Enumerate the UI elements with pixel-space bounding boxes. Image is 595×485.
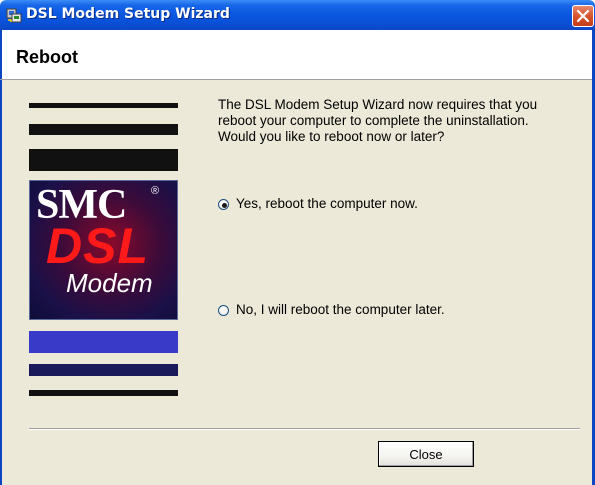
registered-mark: ® xyxy=(151,185,160,197)
reboot-now-label[interactable]: Yes, reboot the computer now. xyxy=(236,196,418,211)
instructions-text: The DSL Modem Setup Wizard now requires … xyxy=(218,97,538,144)
logo-stripe xyxy=(29,149,178,171)
page-title: Reboot xyxy=(16,47,78,67)
wizard-window: DSL Modem Setup Wizard Reboot SMC ® DSL … xyxy=(0,0,595,485)
close-button[interactable]: Close xyxy=(378,441,474,467)
reboot-later-label[interactable]: No, I will reboot the computer later. xyxy=(236,302,445,317)
footer-divider-highlight xyxy=(29,429,580,430)
radio-button[interactable] xyxy=(218,305,229,316)
wizard-header: Reboot xyxy=(0,30,595,80)
logo-stripe xyxy=(29,390,178,396)
window-title: DSL Modem Setup Wizard xyxy=(26,6,230,22)
setup-wizard-icon xyxy=(6,7,22,23)
radio-dot xyxy=(222,203,227,208)
logo-stripe xyxy=(29,331,178,353)
close-window-button[interactable] xyxy=(572,5,594,27)
logo-stripe xyxy=(29,103,178,108)
logo-stripe xyxy=(29,364,178,376)
radio-button-selected[interactable] xyxy=(218,199,229,210)
logo-stripe xyxy=(29,124,178,135)
title-bar[interactable]: DSL Modem Setup Wizard xyxy=(0,0,595,30)
logo-product-subtitle: Modem xyxy=(66,268,153,298)
close-icon xyxy=(576,9,590,23)
logo-product: DSL xyxy=(46,218,149,274)
smc-dsl-modem-logo: SMC ® DSL Modem xyxy=(29,180,178,320)
